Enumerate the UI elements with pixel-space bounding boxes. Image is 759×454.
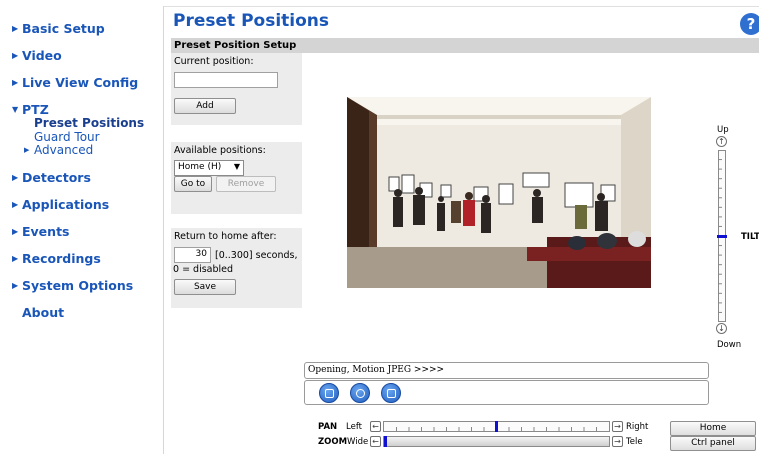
tilt-up-label: Up xyxy=(717,125,729,135)
return-home-panel: Return to home after: 30 [0..300] second… xyxy=(171,228,302,308)
zoom-tele-arrow-icon[interactable]: → xyxy=(612,436,623,447)
page-title: Preset Positions xyxy=(173,11,330,31)
save-button[interactable]: Save xyxy=(174,279,236,295)
nav-detectors[interactable]: ▶ Detectors xyxy=(12,170,91,185)
pan-label: PAN xyxy=(318,422,338,432)
available-positions-panel: Available positions: Home (H) ▼ Go to Re… xyxy=(171,142,302,214)
current-position-input[interactable] xyxy=(174,72,278,88)
zoom-wide-arrow-icon[interactable]: ← xyxy=(370,436,381,447)
nav-system-options[interactable]: ▶ System Options xyxy=(12,278,133,293)
pan-right-label: Right xyxy=(626,422,649,432)
stop-icon[interactable] xyxy=(319,383,339,403)
add-button[interactable]: Add xyxy=(174,98,236,114)
nav-recordings[interactable]: ▶ Recordings xyxy=(12,251,101,266)
nav-ptz[interactable]: ▼ PTZ xyxy=(12,102,49,117)
chevron-right-icon: ▶ xyxy=(12,254,19,263)
stream-status-bar: Opening, Motion JPEG >>>> xyxy=(304,362,709,379)
chevron-right-icon: ▶ xyxy=(12,200,19,209)
tilt-down-arrow-icon[interactable]: ↓ xyxy=(716,323,727,334)
nav-basic-setup[interactable]: ▶ Basic Setup xyxy=(12,21,105,36)
remove-button[interactable]: Remove xyxy=(216,176,276,192)
positions-select[interactable]: Home (H) ▼ xyxy=(174,160,244,176)
chevron-right-icon: ▶ xyxy=(24,146,30,154)
view-full-size-icon[interactable] xyxy=(381,383,401,403)
return-home-range: [0..300] seconds, xyxy=(215,250,298,261)
snapshot-icon[interactable] xyxy=(350,383,370,403)
help-icon[interactable]: ? xyxy=(740,13,759,35)
header-divider xyxy=(164,6,759,7)
chevron-down-icon: ▼ xyxy=(12,105,19,114)
zoom-slider[interactable] xyxy=(383,436,610,447)
current-position-label: Current position: xyxy=(174,56,254,67)
section-title: Preset Position Setup xyxy=(171,38,759,53)
tilt-label: TILT xyxy=(741,232,759,242)
zoom-slider-thumb[interactable] xyxy=(384,436,387,447)
pan-left-label: Left xyxy=(346,422,362,432)
pan-right-arrow-icon[interactable]: → xyxy=(612,421,623,432)
pan-slider[interactable] xyxy=(383,421,610,432)
pan-slider-thumb[interactable] xyxy=(495,421,498,432)
dropdown-arrow-icon: ▼ xyxy=(233,162,240,171)
return-home-note: 0 = disabled xyxy=(173,264,234,275)
sidebar: ▶ Basic Setup ▶ Video ▶ Live View Config ▼ P… xyxy=(0,0,163,454)
chevron-right-icon: ▶ xyxy=(12,24,19,33)
home-button[interactable]: Home xyxy=(670,421,756,436)
tilt-down-label: Down xyxy=(717,340,742,350)
tilt-up-arrow-icon[interactable]: ↑ xyxy=(716,136,727,147)
nav-video[interactable]: ▶ Video xyxy=(12,48,62,63)
chevron-right-icon: ▶ xyxy=(12,51,19,60)
chevron-right-icon: ▶ xyxy=(12,281,19,290)
nav-ptz-preset-positions[interactable]: Preset Positions xyxy=(34,116,144,130)
ctrl-panel-button[interactable]: Ctrl panel xyxy=(670,436,756,451)
tilt-slider-thumb[interactable] xyxy=(717,235,727,238)
nav-about[interactable]: About xyxy=(12,305,64,320)
nav-ptz-guard-tour[interactable]: Guard Tour xyxy=(34,130,100,144)
available-positions-label: Available positions: xyxy=(174,145,266,156)
chevron-right-icon: ▶ xyxy=(12,78,19,87)
zoom-tele-label: Tele xyxy=(626,437,643,447)
nav-applications[interactable]: ▶ Applications xyxy=(12,197,109,212)
pan-left-arrow-icon[interactable]: ← xyxy=(370,421,381,432)
stream-controls-bar xyxy=(304,380,709,405)
stream-status-text: Opening, Motion JPEG >>>> xyxy=(308,365,445,375)
nav-ptz-advanced[interactable]: ▶ Advanced xyxy=(24,143,93,157)
return-home-input[interactable]: 30 xyxy=(174,247,211,263)
chevron-right-icon: ▶ xyxy=(12,173,19,182)
nav-events[interactable]: ▶ Events xyxy=(12,224,69,239)
nav-live-view-config[interactable]: ▶ Live View Config xyxy=(12,75,138,90)
chevron-right-icon: ▶ xyxy=(12,227,19,236)
sidebar-divider xyxy=(163,6,164,454)
return-home-label: Return to home after: xyxy=(174,231,277,242)
current-position-panel: Current position: Add xyxy=(171,53,302,125)
zoom-wide-label: Wide xyxy=(347,437,369,447)
positions-select-value: Home (H) xyxy=(178,162,222,172)
video-stream-image[interactable] xyxy=(347,97,651,288)
zoom-label: ZOOM xyxy=(318,437,348,447)
go-to-button[interactable]: Go to xyxy=(174,176,212,192)
